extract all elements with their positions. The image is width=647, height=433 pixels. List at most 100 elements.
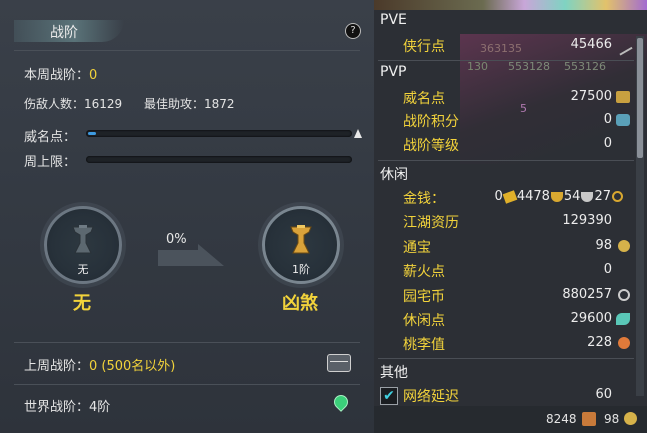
help-icon[interactable]: ? (345, 23, 361, 39)
divider (378, 160, 634, 161)
best-assist-label: 最佳助攻： (144, 97, 205, 111)
sword-icon (613, 36, 633, 56)
rank-score-icon (616, 114, 630, 126)
bottom-bar: 8248 98 (374, 406, 647, 433)
row-value: 45466 (570, 37, 612, 52)
row-key: 战阶积分 (403, 114, 459, 130)
row-value: 29600 (570, 311, 612, 326)
bg-number: 130 (467, 60, 488, 73)
row-xinhuo: 薪火点 0 (374, 259, 636, 281)
best-assist: 最佳助攻：1872 (144, 95, 235, 112)
section-pvp: PVP (380, 64, 407, 80)
money-d: 27 (594, 189, 611, 204)
row-key: 江湖资历 (403, 215, 459, 231)
divider (14, 50, 360, 51)
weekly-cap-bar (86, 156, 352, 163)
weekly-rank-label: 本周战阶： (24, 68, 90, 83)
peach-icon (618, 337, 630, 349)
prestige-bar-fill (88, 132, 96, 135)
coin-icon (550, 191, 563, 202)
scrollbar[interactable] (636, 36, 644, 396)
row-key: 威名点 (403, 91, 445, 107)
prestige-icon (616, 91, 630, 103)
row-value: 129390 (562, 213, 612, 228)
weekly-rank: 本周战阶：0 (24, 64, 97, 83)
gold-ingot-icon (502, 189, 518, 204)
panel-title: 战阶 (50, 25, 78, 41)
bell-medal-icon (72, 225, 94, 254)
row-value: 0 (603, 136, 612, 151)
row-xiuxian: 休闲点 29600 (374, 308, 636, 330)
bag-icon (582, 412, 596, 426)
row-key: 侠行点 (403, 39, 445, 55)
best-assist-value: 1872 (204, 97, 235, 111)
row-network: 网络延迟 60 (374, 384, 636, 406)
row-key: 休闲点 (403, 313, 445, 329)
yuanzhai-icon (618, 289, 630, 301)
row-value: 27500 (570, 89, 612, 104)
money-a: 0 (494, 189, 503, 204)
caret-up-icon (354, 129, 362, 138)
money-b: 4478 (516, 189, 550, 204)
row-value: 0 (603, 262, 612, 277)
bell-medal-icon (290, 225, 312, 254)
row-prestige: 威名点 27500 (374, 86, 636, 108)
last-week-label: 上周战阶： (24, 359, 90, 374)
divider (378, 358, 634, 359)
row-key: 薪火点 (403, 264, 445, 280)
row-key: 战阶等级 (403, 138, 459, 154)
weekly-rank-value: 0 (89, 68, 98, 83)
next-tier-medal: 1阶 (262, 206, 340, 284)
money-c: 54 (563, 189, 581, 204)
row-rank-level: 战阶等级 0 (374, 133, 636, 155)
section-leisure: 休闲 (380, 167, 408, 183)
section-pve: PVE (380, 12, 407, 28)
row-value: 880257 (562, 287, 612, 302)
tongbao-coin-icon (624, 412, 637, 425)
row-value: 228 (587, 335, 612, 350)
row-value: 98 (595, 238, 612, 253)
row-rank-score: 战阶积分 0 (374, 109, 636, 131)
leaf-icon (616, 313, 630, 325)
row-value: 0 (603, 112, 612, 127)
world-rank: 世界战阶：4阶 (24, 396, 110, 415)
damage-count: 伤敌人数：16129 (24, 95, 122, 112)
weekly-cap-label: 周上限： (24, 155, 77, 170)
prestige-bar (86, 130, 352, 137)
chest-icon[interactable] (327, 354, 351, 372)
row-tongbao: 通宝 98 (374, 235, 636, 257)
location-pin-icon[interactable] (331, 392, 351, 412)
last-week-value: 0 (500名以外) (89, 359, 176, 374)
divider (14, 342, 360, 343)
row-yuanzhai: 园宅币 880257 (374, 284, 636, 306)
world-rank-value: 4阶 (89, 400, 111, 415)
bg-number: 553126 (564, 60, 606, 73)
row-key: 金钱： (403, 191, 445, 207)
scrollbar-thumb[interactable] (637, 38, 643, 158)
last-week-rank: 上周战阶：0 (500名以外) (24, 355, 175, 374)
bottom-value-a: 8248 (546, 412, 577, 426)
money-values: 0 4478 54 27 (495, 189, 624, 204)
divider (378, 60, 634, 61)
bottom-value-b: 98 (604, 412, 620, 426)
row-key: 通宝 (403, 240, 431, 256)
tongbao-coin-icon (618, 240, 630, 252)
divider (14, 384, 360, 385)
copper-icon (612, 191, 623, 202)
next-tier-name: 凶煞 (282, 293, 318, 314)
section-other: 其他 (380, 365, 408, 381)
world-rank-label: 世界战阶： (24, 400, 90, 415)
row-taoli: 桃李值 228 (374, 332, 636, 354)
currency-panel: 363135 130 553128 553126 5 PVE 侠行点 45466… (374, 0, 647, 433)
row-money: 金钱： 0 4478 54 27 (374, 186, 636, 208)
row-xiaxing: 侠行点 45466 (374, 34, 636, 56)
rank-panel: 战阶 ? 本周战阶：0 伤敌人数：16129 最佳助攻：1872 威名点： 周上… (0, 0, 374, 433)
current-tier-small: 无 (77, 263, 89, 276)
current-tier-medal: 无 (44, 206, 122, 284)
bg-number: 553128 (508, 60, 550, 73)
damage-count-value: 16129 (84, 97, 123, 111)
silver-icon (581, 191, 594, 202)
row-jianghu: 江湖资历 129390 (374, 210, 636, 232)
row-key: 园宅币 (403, 289, 445, 305)
row-key: 桃李值 (403, 337, 445, 353)
